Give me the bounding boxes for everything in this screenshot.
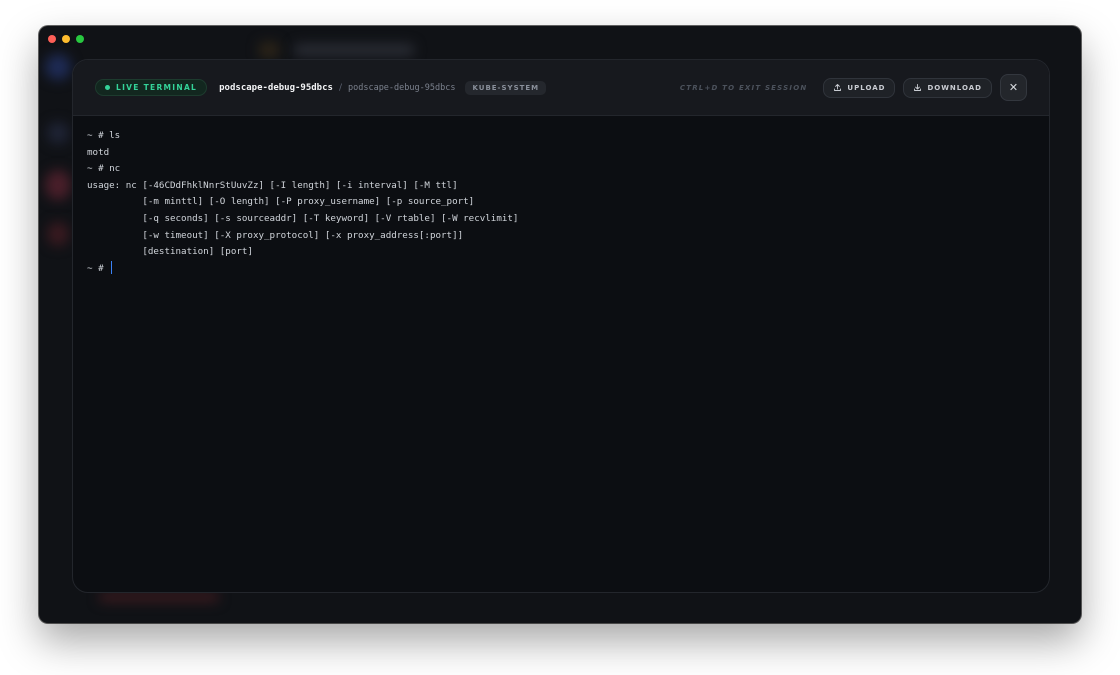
terminal-cursor <box>111 260 113 274</box>
close-icon: ✕ <box>1008 81 1019 94</box>
background-blur-icon <box>47 222 69 246</box>
breadcrumb-separator: / <box>338 82 342 93</box>
pod-name: podscape-debug-95dbcs <box>219 82 333 93</box>
terminal-line: ~ # ls <box>87 130 121 141</box>
live-terminal-badge: LIVE TERMINAL <box>95 79 208 96</box>
background-blur-bar <box>294 44 414 56</box>
traffic-lights <box>48 35 84 43</box>
terminal-line: motd <box>87 146 110 158</box>
namespace-badge: KUBE-SYSTEM <box>465 80 547 95</box>
terminal-output[interactable]: ~ # ls motd ~ # nc usage: nc [-46CDdFhkl… <box>73 116 1049 289</box>
background-blur-icon <box>47 122 69 144</box>
app-window: LIVE TERMINAL podscape-debug-95dbcs / po… <box>39 26 1081 623</box>
close-terminal-button[interactable]: ✕ <box>1000 74 1027 101</box>
download-label: DOWNLOAD <box>927 83 982 92</box>
container-name: podscape-debug-95dbcs <box>347 82 456 93</box>
terminal-prompt-line[interactable]: ~ # <box>87 260 1035 278</box>
upload-icon <box>834 84 842 91</box>
terminal-modal: LIVE TERMINAL podscape-debug-95dbcs / po… <box>72 59 1050 593</box>
terminal-line: [-m minttl] [-O length] [-P proxy_userna… <box>87 196 475 208</box>
background-blur-icon <box>45 54 71 80</box>
terminal-header: LIVE TERMINAL podscape-debug-95dbcs / po… <box>73 60 1049 116</box>
close-window-button[interactable] <box>48 35 56 43</box>
upload-button[interactable]: UPLOAD <box>823 77 896 98</box>
background-sidebar <box>39 26 71 623</box>
zoom-window-button[interactable] <box>76 35 84 43</box>
terminal-line: [-q seconds] [-s sourceaddr] [-T keyword… <box>87 212 519 224</box>
exit-hint: CTRL+D TO EXIT SESSION <box>679 83 808 92</box>
terminal-line: [destination] [port] <box>87 246 253 258</box>
terminal-prompt: ~ # <box>87 262 110 274</box>
background-blur-icon <box>45 170 71 200</box>
minimize-window-button[interactable] <box>62 35 70 43</box>
download-icon <box>914 84 922 91</box>
download-button[interactable]: DOWNLOAD <box>903 77 992 98</box>
background-blur-bar <box>99 592 219 602</box>
terminal-line: [-w timeout] [-X proxy_protocol] [-x pro… <box>87 229 464 241</box>
live-status-dot-icon <box>105 85 110 90</box>
live-badge-label: LIVE TERMINAL <box>116 83 198 92</box>
terminal-line: ~ # nc <box>87 163 121 175</box>
upload-label: UPLOAD <box>847 83 886 92</box>
background-blur-bar <box>259 42 279 58</box>
terminal-line: usage: nc [-46CDdFhklNnrStUuvZz] [-I len… <box>87 179 458 191</box>
